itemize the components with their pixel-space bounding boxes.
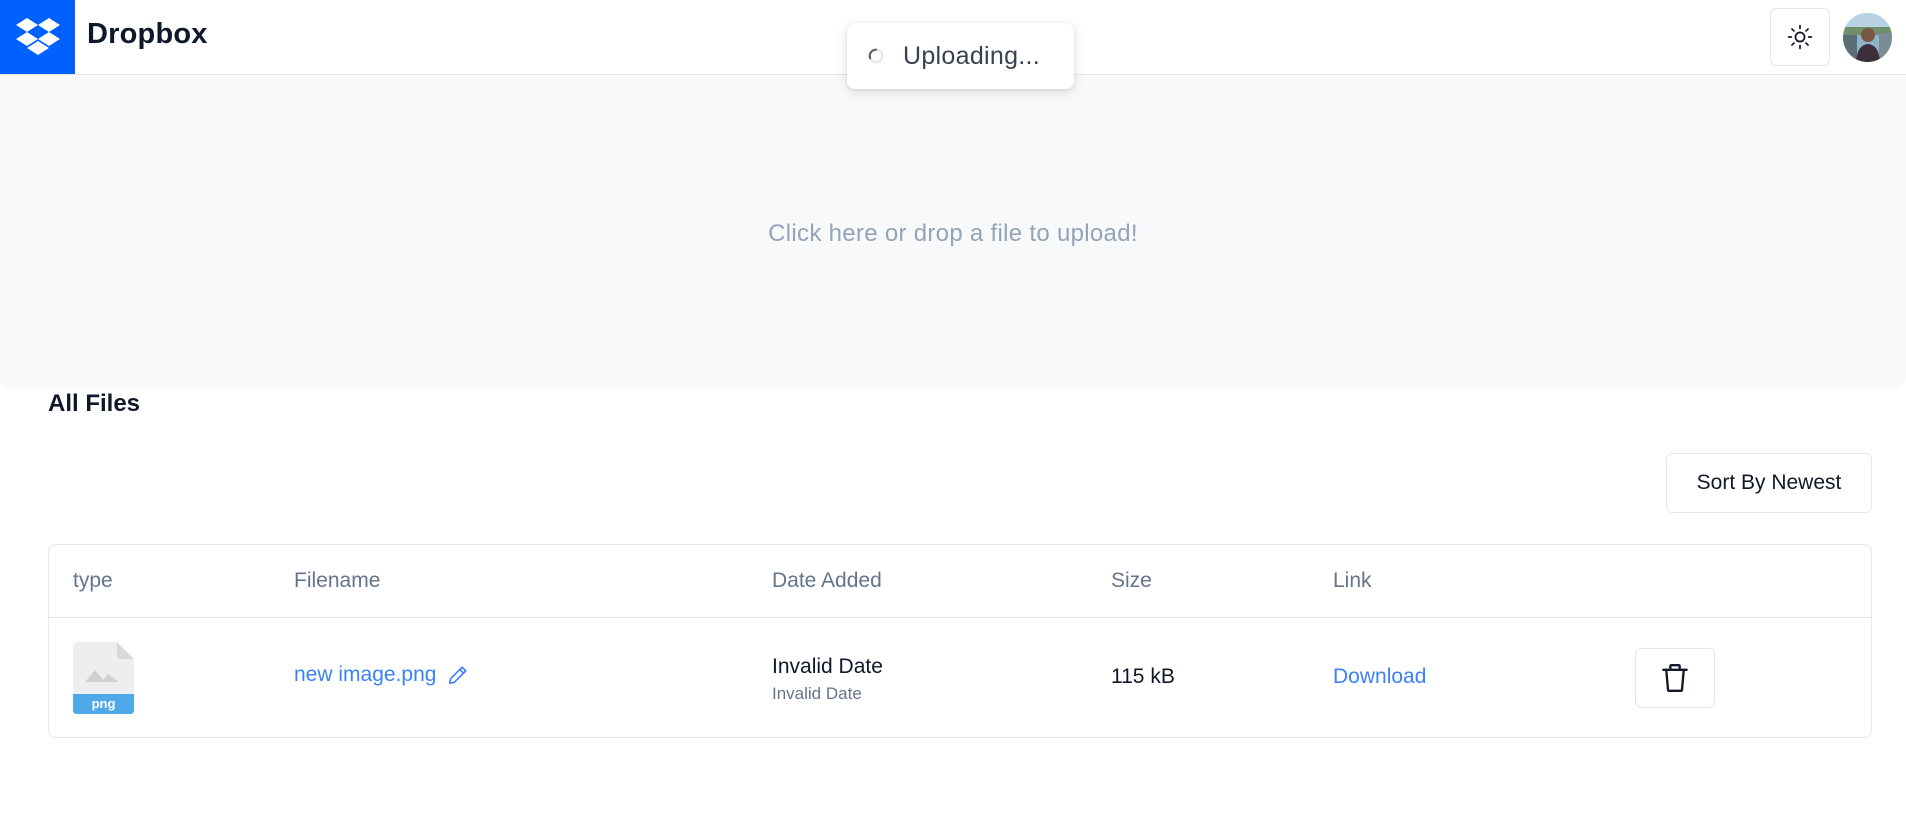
file-size: 115 kB: [1111, 665, 1175, 688]
sun-icon: [1787, 24, 1813, 50]
avatar-image: [1843, 13, 1892, 62]
dropbox-logo-svg: [15, 18, 60, 55]
theme-toggle-button[interactable]: [1770, 8, 1830, 66]
date-added-sub: Invalid Date: [772, 684, 862, 703]
user-avatar[interactable]: [1843, 13, 1892, 62]
png-file-icon: png: [73, 642, 134, 714]
upload-dropzone[interactable]: Click here or drop a file to upload!: [0, 75, 1906, 388]
column-header-link: Link: [1333, 569, 1372, 592]
column-header-type: type: [73, 569, 113, 592]
pencil-icon[interactable]: [447, 664, 469, 686]
sort-button[interactable]: Sort By Newest: [1666, 453, 1872, 513]
download-link[interactable]: Download: [1333, 665, 1426, 689]
table-header: type Filename Date Added Size Link: [49, 545, 1871, 618]
column-header-size: Size: [1111, 569, 1152, 592]
upload-toast: Uploading...: [847, 23, 1074, 89]
column-header-date-added: Date Added: [772, 569, 882, 592]
section-title: All Files: [48, 390, 141, 417]
delete-button[interactable]: [1635, 648, 1715, 708]
trash-icon: [1662, 664, 1688, 692]
column-header-filename: Filename: [294, 569, 381, 592]
spinner-icon: [868, 48, 884, 64]
file-icon-svg: png: [73, 642, 134, 714]
file-type-badge: png: [92, 696, 116, 711]
brand-name: Dropbox: [87, 18, 208, 50]
dropbox-logo-icon[interactable]: [0, 0, 75, 74]
filename-link[interactable]: new image.png: [294, 663, 436, 687]
pencil-svg: [449, 666, 468, 685]
table-row: png new image.png Invalid Date Invalid D…: [49, 618, 1871, 738]
toast-message: Uploading...: [903, 41, 1041, 70]
filename-cell: new image.png: [294, 663, 469, 687]
date-added: Invalid Date: [772, 655, 883, 678]
files-table: type Filename Date Added Size Link png n…: [48, 544, 1872, 738]
dropzone-hint: Click here or drop a file to upload!: [768, 219, 1138, 247]
